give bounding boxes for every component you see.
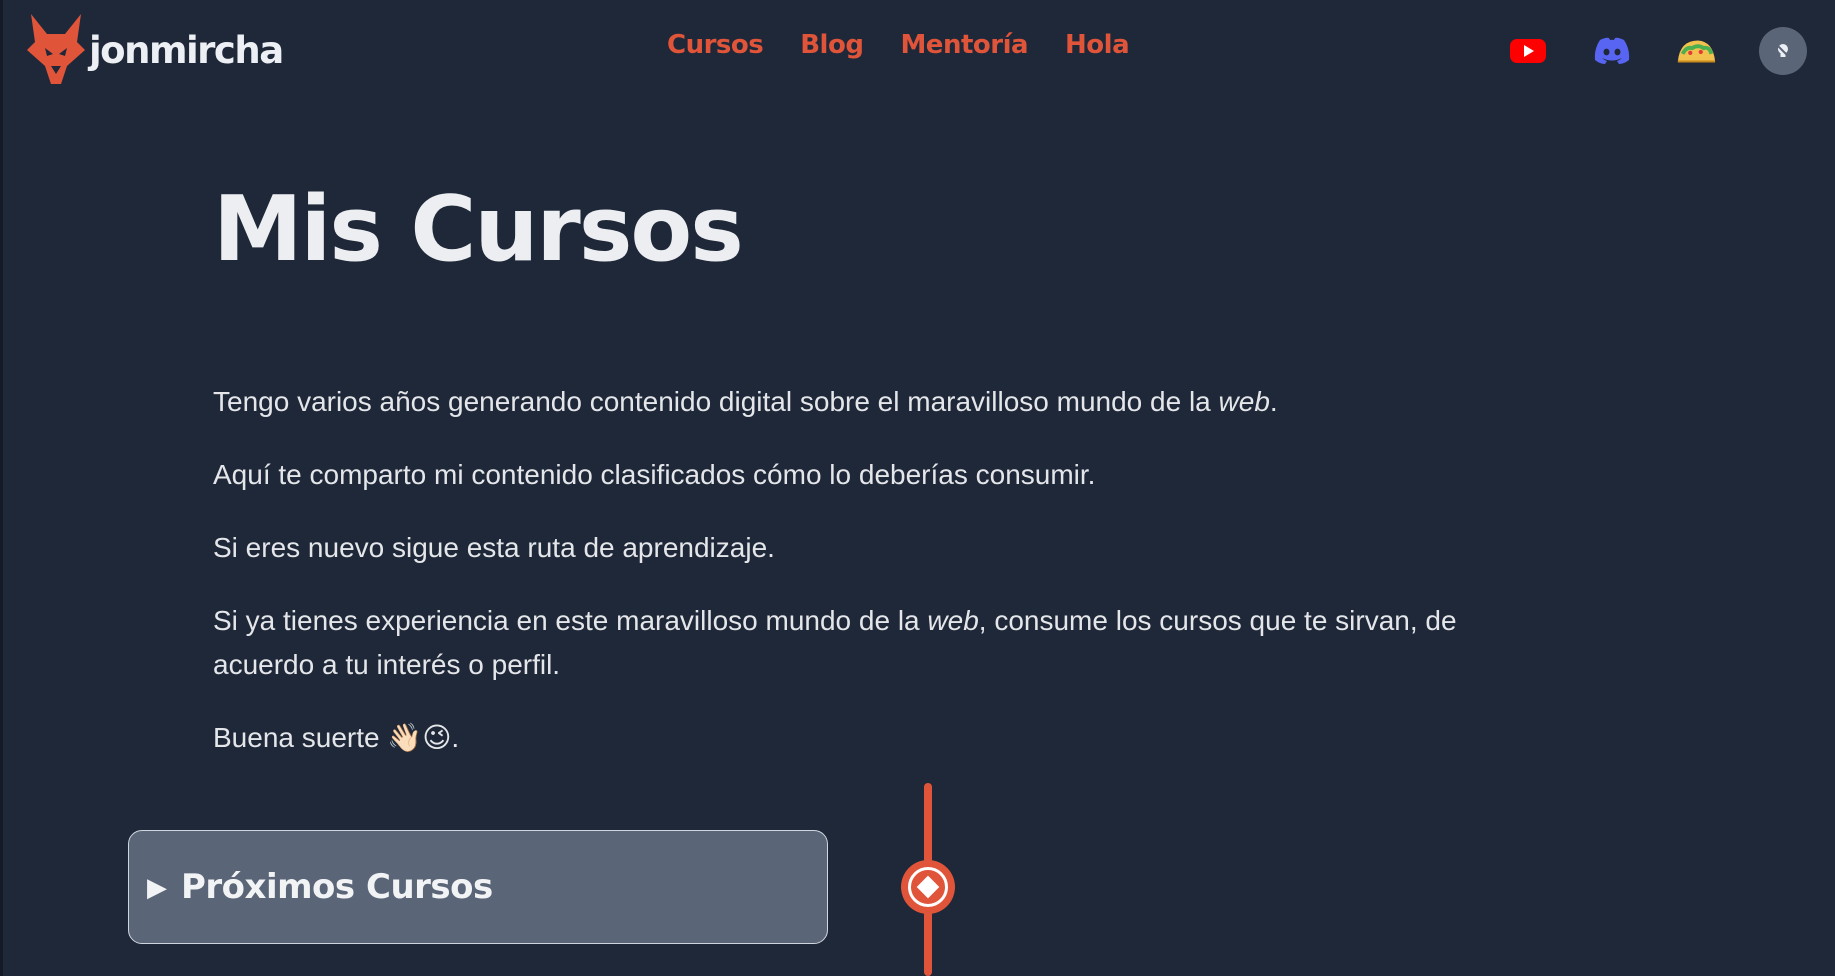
youtube-icon	[1510, 39, 1546, 63]
top-navbar: jonmircha Cursos Blog Mentoría Hola	[3, 0, 1835, 100]
nav-link-hola[interactable]: Hola	[1065, 30, 1130, 60]
taco-link[interactable]	[1675, 30, 1717, 72]
main-content: Mis Cursos Tengo varios años generando c…	[213, 170, 1613, 789]
taco-icon	[1677, 40, 1716, 63]
wave-wink-emoji: 👋🏻😉	[387, 721, 452, 754]
lightbulb-icon	[1775, 43, 1791, 59]
discord-icon	[1594, 37, 1630, 64]
timeline-diamond-icon	[908, 867, 948, 907]
intro-paragraph-1: Tengo varios años generando contenido di…	[213, 386, 1278, 417]
main-nav: Cursos Blog Mentoría Hola	[667, 30, 1130, 60]
logo-text: jonmircha	[89, 28, 284, 72]
site-logo-link[interactable]: jonmircha	[27, 14, 284, 86]
intro-paragraph-4: Si ya tienes experiencia en este maravil…	[213, 605, 1457, 680]
intro-paragraph-2: Aquí te comparto mi contenido clasificad…	[213, 459, 1096, 490]
intro-text: Tengo varios años generando contenido di…	[213, 380, 1613, 760]
proximos-cursos-card[interactable]: ▶ Próximos Cursos	[128, 830, 828, 944]
fox-logo-icon	[27, 14, 85, 84]
nav-link-blog[interactable]: Blog	[800, 30, 864, 60]
youtube-link[interactable]	[1507, 30, 1549, 72]
expand-arrow-icon: ▶	[147, 871, 167, 902]
discord-link[interactable]	[1591, 30, 1633, 72]
intro-paragraph-5: Buena suerte 👋🏻😉.	[213, 721, 460, 754]
theme-toggle-button[interactable]	[1759, 27, 1807, 75]
nav-link-cursos[interactable]: Cursos	[667, 30, 764, 60]
page-title: Mis Cursos	[213, 177, 744, 282]
social-links	[1507, 27, 1807, 75]
card-title: Próximos Cursos	[181, 867, 493, 907]
timeline-node	[901, 860, 955, 914]
nav-link-mentoria[interactable]: Mentoría	[900, 30, 1028, 60]
intro-paragraph-3: Si eres nuevo sigue esta ruta de aprendi…	[213, 532, 775, 563]
